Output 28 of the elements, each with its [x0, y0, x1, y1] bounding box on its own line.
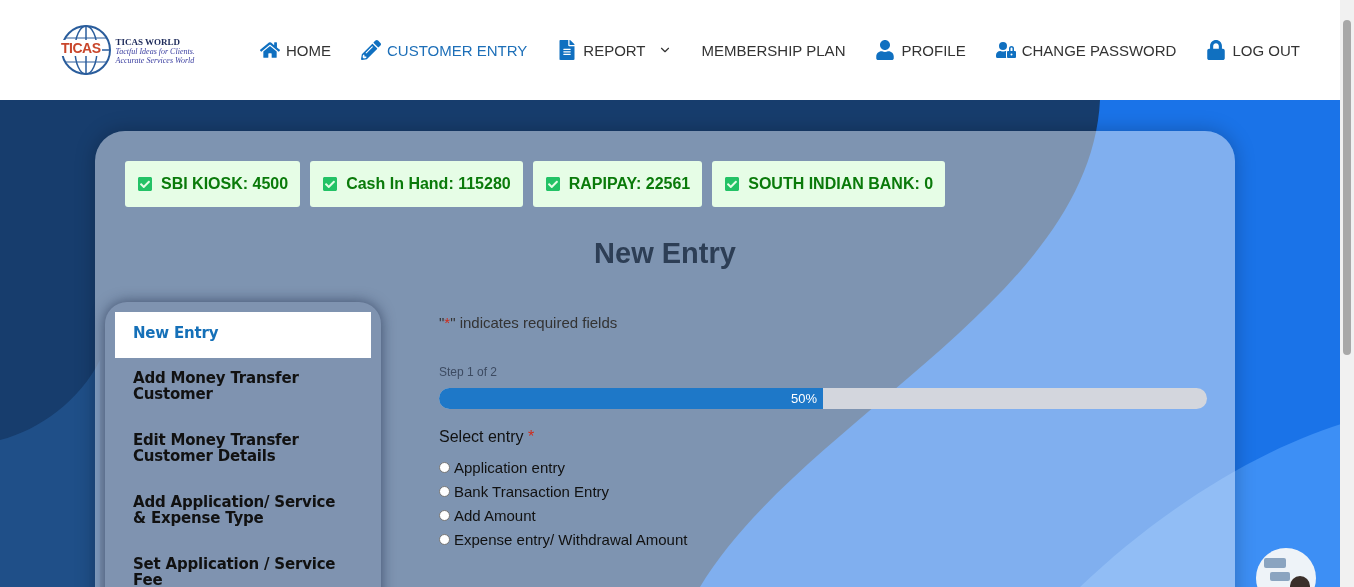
nav-link[interactable]: CUSTOMER ENTRY	[361, 40, 528, 60]
balance-badge: Cash In Hand: 115280	[310, 161, 523, 207]
radio-option[interactable]: Application entry	[439, 459, 1207, 476]
sidebar-item[interactable]: Set Application / Service Fee	[115, 544, 371, 587]
nav-link[interactable]: HOME	[260, 40, 331, 60]
logo-mark: TICAS	[60, 40, 102, 56]
progress-label: 50%	[790, 391, 818, 406]
nav-link[interactable]: REPORT	[557, 40, 672, 60]
step-label: Step 1 of 2	[439, 365, 499, 379]
required-note: "*" indicates required fields	[439, 314, 619, 331]
nav-link[interactable]: PROFILE	[875, 40, 966, 60]
radio-option[interactable]: Add Amount	[439, 507, 1207, 524]
radio-option[interactable]: Bank Transaction Entry	[439, 483, 1207, 500]
balance-badge: SBI KIOSK: 4500	[125, 161, 301, 207]
radio-option[interactable]: Expense entry/ Withdrawal Amount	[439, 531, 1207, 548]
nav-link[interactable]: CHANGE PASSWORD	[995, 40, 1177, 60]
page-title: New Entry	[593, 237, 737, 270]
logo-tagline: Tactful Ideas for Clients. Accurate Services World	[115, 47, 196, 66]
nav-link[interactable]: LOG OUT	[1206, 40, 1300, 60]
field-label: Select entry *	[439, 428, 536, 446]
sidebar-item[interactable]: Add Money Transfer Customer	[115, 358, 371, 420]
sidebar-item[interactable]: New Entry	[115, 312, 371, 358]
sidebar-item[interactable]: Edit Money Transfer Customer Details	[115, 420, 371, 482]
nav-link[interactable]: MEMBERSHIP PLAN	[701, 41, 846, 59]
logo-name: TICAS WORLD	[115, 36, 182, 47]
balance-badge: RAPIPAY: 22561	[532, 161, 703, 207]
balance-badge: SOUTH INDIAN BANK: 0	[712, 161, 946, 207]
sidebar-item[interactable]: Add Application/ Service & Expense Type	[115, 482, 371, 544]
